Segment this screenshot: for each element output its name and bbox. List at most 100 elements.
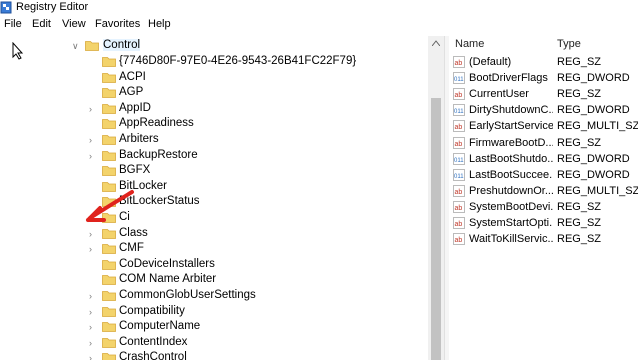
svg-text:011: 011 — [454, 158, 464, 164]
values-list[interactable]: Name Type ab (Default) REG_SZ 011 BootDriver… — [449, 36, 638, 360]
tree-item[interactable]: ACPI — [62, 70, 428, 86]
value-row[interactable]: ab CurrentUser REG_SZ — [449, 87, 638, 103]
string-value-icon: ab — [453, 120, 465, 133]
chevron-down-icon[interactable]: ∨ — [72, 41, 79, 52]
value-row[interactable]: 011 LastBootShutdo... REG_DWORD — [449, 152, 638, 168]
value-type: REG_MULTI_SZ — [557, 120, 638, 133]
chevron-right-icon[interactable]: › — [89, 151, 92, 161]
folder-icon — [85, 41, 99, 51]
value-row[interactable]: 011 BootDriverFlags REG_DWORD — [449, 71, 638, 87]
binary-value-icon: 011 — [453, 104, 465, 117]
tree-item-control[interactable]: ∨ Control — [62, 38, 428, 54]
value-name: SystemBootDevi... — [469, 200, 553, 213]
tree-vertical-scrollbar[interactable] — [428, 36, 444, 360]
svg-text:ab: ab — [455, 92, 463, 99]
scrollbar-thumb[interactable] — [431, 98, 441, 360]
tree-item-label: AppID — [119, 101, 151, 114]
column-header-name[interactable]: Name — [455, 38, 484, 50]
value-row[interactable]: 011 DirtyShutdownC... REG_DWORD — [449, 103, 638, 119]
string-value-icon: ab — [453, 136, 465, 149]
value-type: REG_SZ — [557, 136, 602, 149]
chevron-right-icon[interactable]: › — [89, 291, 92, 301]
folder-icon — [102, 57, 116, 67]
chevron-right-icon[interactable]: › — [89, 135, 92, 145]
chevron-right-icon[interactable]: › — [89, 104, 92, 114]
tree-item-label: CMF — [119, 242, 144, 255]
chevron-right-icon[interactable]: › — [89, 307, 92, 317]
title-bar: Registry Editor — [0, 0, 638, 16]
value-row[interactable]: ab SystemBootDevi... REG_SZ — [449, 200, 638, 216]
folder-icon — [102, 337, 116, 348]
window-title: Registry Editor — [16, 1, 89, 13]
folder-icon — [102, 291, 116, 301]
tree-item[interactable]: AppReadiness — [62, 116, 428, 132]
chevron-right-icon[interactable]: › — [89, 244, 92, 254]
chevron-right-icon[interactable]: › — [89, 229, 92, 239]
value-name: (Default) — [469, 56, 512, 68]
menu-edit[interactable]: Edit — [32, 18, 51, 30]
chevron-right-icon[interactable]: › — [89, 322, 92, 332]
folder-icon — [102, 275, 116, 286]
tree-item-label: ComputerName — [119, 320, 201, 333]
tree-left-margin — [0, 36, 62, 360]
chevron-right-icon[interactable]: › — [89, 338, 92, 348]
value-row[interactable]: ab EarlyStartServices REG_MULTI_SZ — [449, 119, 638, 135]
value-row[interactable]: ab WaitToKillServic... REG_SZ — [449, 232, 638, 248]
svg-text:011: 011 — [454, 109, 464, 115]
string-value-icon: ab — [453, 184, 465, 197]
svg-text:011: 011 — [454, 174, 464, 180]
svg-text:ab: ab — [455, 205, 463, 212]
tree-item-label: COM Name Arbiter — [119, 273, 217, 286]
tree-item[interactable]: › ContentIndex — [62, 335, 428, 351]
tree-item-label: Arbiters — [119, 133, 159, 145]
binary-value-icon: 011 — [453, 152, 465, 165]
value-name: FirmwareBootD... — [469, 136, 553, 149]
folder-icon — [102, 135, 116, 145]
string-value-icon: ab — [453, 88, 465, 101]
tree-item-label: ACPI — [119, 70, 146, 83]
tree-item[interactable]: CoDeviceInstallers — [62, 257, 428, 273]
tree-item[interactable]: {7746D80F-97E0-4E26-9543-26B41FC22F79} — [62, 54, 428, 70]
string-value-icon: ab — [453, 217, 465, 229]
tree-item[interactable]: › Compatibility — [62, 304, 428, 320]
binary-value-icon: 011 — [453, 72, 465, 85]
folder-icon — [102, 306, 116, 317]
svg-text:ab: ab — [455, 237, 463, 244]
value-name: PreshutdownOr... — [469, 184, 553, 197]
tree-item-label: CrashControl — [119, 351, 187, 360]
tree-item[interactable]: › ComputerName — [62, 319, 428, 335]
tree-item[interactable]: › CrashControl — [62, 350, 428, 360]
value-type: REG_DWORD — [557, 104, 630, 117]
value-name: CurrentUser — [469, 88, 529, 101]
folder-icon — [102, 259, 116, 270]
svg-text:ab: ab — [455, 141, 463, 148]
value-row[interactable]: ab FirmwareBootD... REG_SZ — [449, 136, 638, 152]
value-row[interactable]: ab SystemStartOpti... REG_SZ — [449, 216, 638, 232]
tree-item[interactable]: › Arbiters — [62, 132, 428, 148]
tree-item[interactable]: › CommonGlobUserSettings — [62, 288, 428, 304]
tree-item[interactable]: › BackupRestore — [62, 148, 428, 164]
tree-item[interactable]: › Class — [62, 226, 428, 242]
string-value-icon: ab — [453, 200, 465, 213]
value-row[interactable]: ab (Default) REG_SZ — [449, 55, 638, 71]
chevron-right-icon[interactable]: › — [89, 353, 92, 360]
menu-favorites[interactable]: Favorites — [95, 18, 140, 30]
string-value-icon: ab — [453, 56, 465, 68]
folder-icon — [102, 119, 116, 130]
tree-item[interactable]: BGFX — [62, 163, 428, 179]
column-header-type[interactable]: Type — [557, 38, 581, 50]
tree-item[interactable]: › CMF — [62, 241, 428, 257]
value-name: LastBootShutdo... — [469, 152, 553, 165]
value-row[interactable]: ab PreshutdownOr... REG_MULTI_SZ — [449, 184, 638, 200]
tree-item[interactable]: › AppID — [62, 101, 428, 117]
tree-item[interactable]: COM Name Arbiter — [62, 272, 428, 288]
menu-view[interactable]: View — [62, 18, 86, 30]
value-type: REG_MULTI_SZ — [557, 184, 638, 197]
folder-icon — [102, 353, 116, 360]
tree-item[interactable]: AGP — [62, 85, 428, 101]
value-row[interactable]: 011 LastBootSuccee... REG_DWORD — [449, 168, 638, 184]
menu-help[interactable]: Help — [148, 18, 171, 30]
scroll-up-arrow-icon[interactable] — [432, 40, 440, 46]
svg-text:011: 011 — [454, 77, 464, 83]
menu-file[interactable]: File — [4, 18, 22, 30]
